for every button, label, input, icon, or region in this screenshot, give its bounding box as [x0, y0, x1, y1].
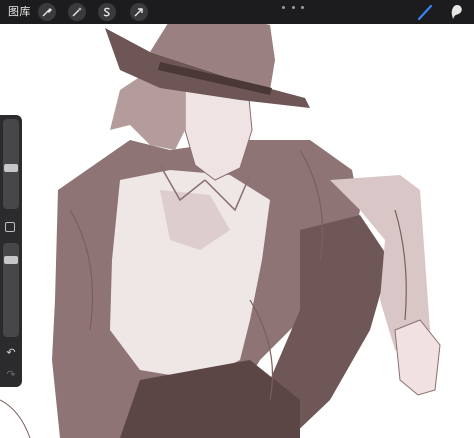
brush-size-slider[interactable]	[3, 119, 19, 209]
left-sidebar: ↶ ↷	[0, 115, 22, 387]
brush-icon[interactable]	[416, 3, 434, 21]
brush-size-handle[interactable]	[4, 164, 18, 172]
redo-arrow-icon[interactable]: ↷	[4, 369, 18, 381]
drawing-canvas[interactable]	[0, 0, 474, 438]
opacity-slider[interactable]	[3, 243, 19, 337]
square-icon[interactable]	[5, 222, 15, 232]
undo-arrow-icon[interactable]: ↶	[4, 347, 18, 359]
top-toolbar: 图库	[0, 0, 474, 24]
wrench-icon[interactable]	[38, 3, 56, 21]
magic-wand-icon[interactable]	[68, 3, 86, 21]
smudge-icon[interactable]	[448, 3, 466, 21]
transform-arrow-icon[interactable]	[130, 3, 148, 21]
selection-s-icon[interactable]	[98, 3, 116, 21]
opacity-handle[interactable]	[4, 256, 18, 264]
gallery-button[interactable]: 图库	[8, 4, 31, 20]
ellipsis-icon[interactable]	[282, 2, 304, 12]
